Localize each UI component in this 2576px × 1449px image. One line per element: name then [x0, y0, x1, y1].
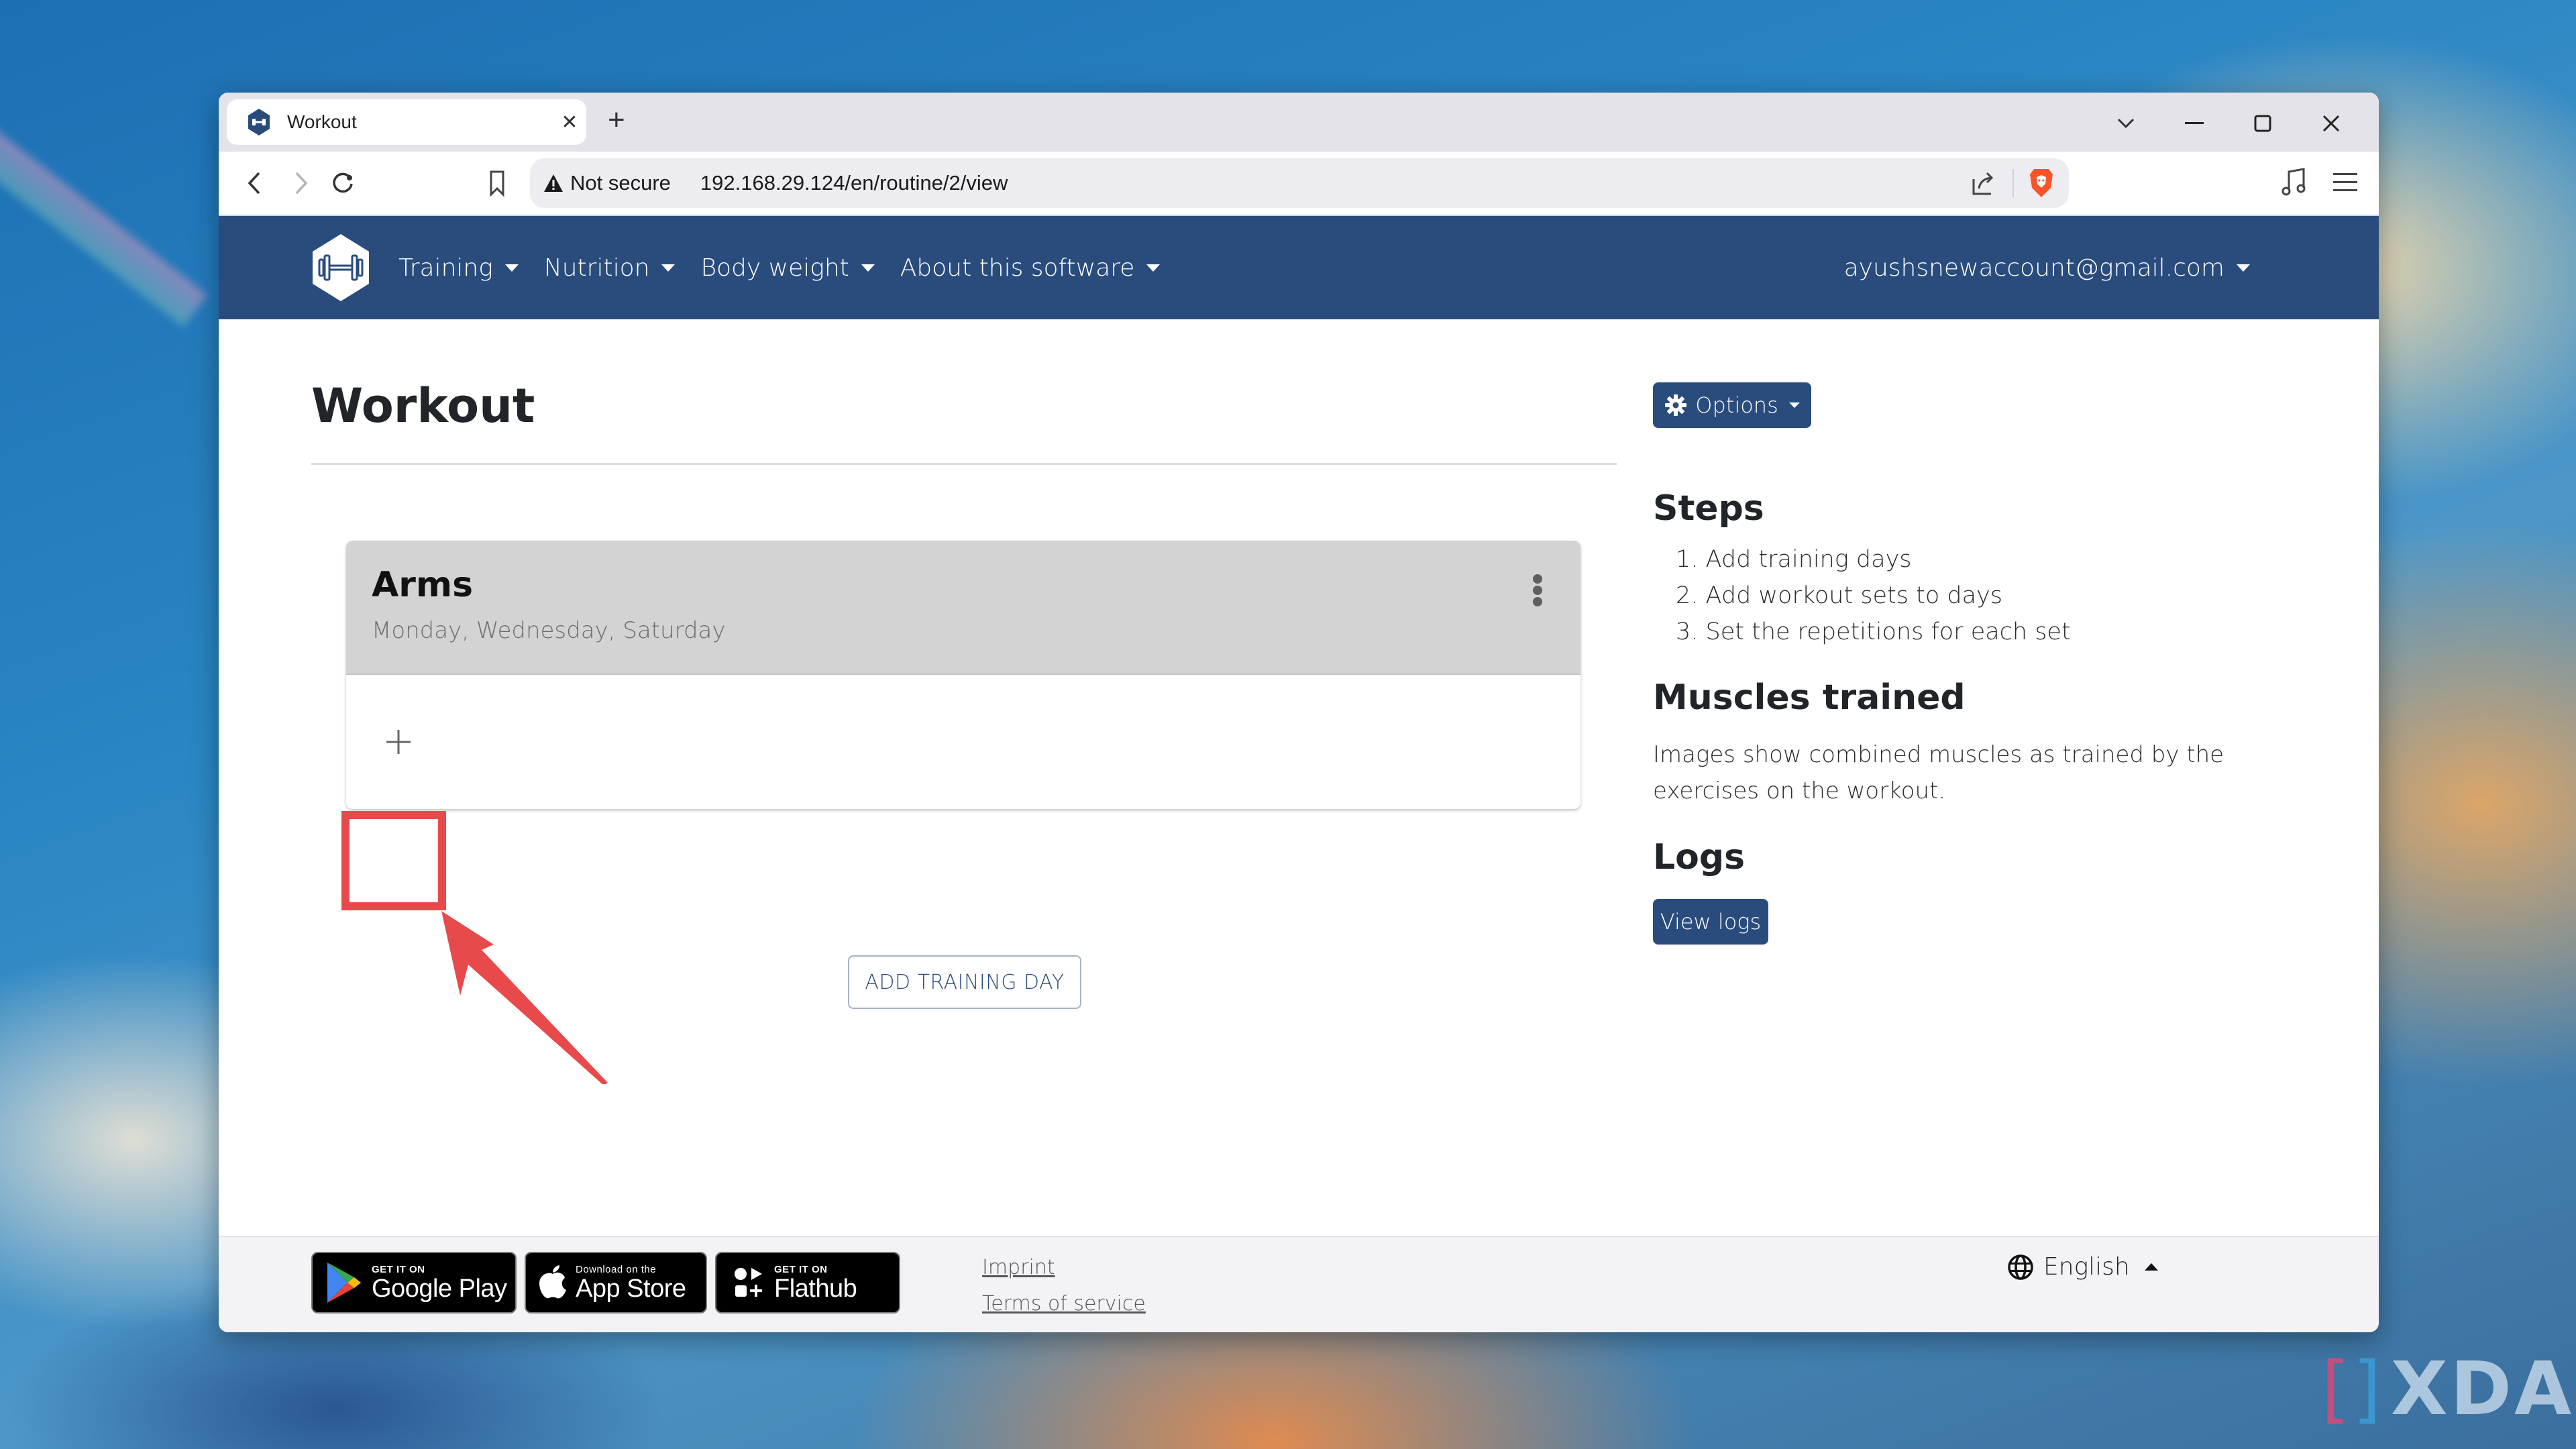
toolbar-right	[2279, 166, 2359, 199]
nav-body-weight-label: Body weight	[700, 254, 849, 282]
training-day-name: Arms	[372, 565, 474, 605]
page-title: Workout	[311, 378, 535, 433]
muscles-trained-description: Images show combined muscles as trained …	[1653, 741, 2224, 804]
globe-icon	[2008, 1254, 2033, 1280]
training-day-card: Arms Monday, Wednesday, Saturday	[346, 541, 1580, 809]
apple-icon	[539, 1265, 566, 1299]
browser-window: Workout ✕ + Not secure 192.168.29.124/en…	[219, 93, 2379, 1332]
caret-down-icon	[2237, 264, 2250, 272]
add-training-day-button[interactable]: ADD TRAINING DAY	[848, 955, 1081, 1009]
annotation-arrow-icon	[441, 911, 608, 1084]
xda-watermark: [] XDA	[2321, 1346, 2575, 1432]
watermark-text: XDA	[2390, 1346, 2575, 1432]
muscles-trained-heading: Muscles trained	[1653, 678, 1966, 718]
training-day-weekdays: Monday, Wednesday, Saturday	[372, 617, 726, 644]
nav-nutrition[interactable]: Nutrition	[544, 254, 676, 282]
wger-logo-icon[interactable]	[310, 234, 372, 301]
kebab-menu-icon[interactable]	[1531, 574, 1544, 608]
tab-close-icon[interactable]: ✕	[553, 111, 586, 134]
page-footer: GET IT ON Google Play Download on the Ap…	[219, 1236, 2379, 1332]
nav-nutrition-label: Nutrition	[543, 254, 650, 282]
nav-about-label: About this software	[900, 254, 1135, 282]
user-email: ayushsnewaccount@gmail.com	[1843, 254, 2224, 282]
caret-up-icon	[2144, 1263, 2158, 1271]
watermark-bracket-left: [	[2321, 1346, 2353, 1432]
main-menu-icon[interactable]	[2332, 166, 2359, 199]
wallpaper-rainbow	[0, 80, 208, 327]
add-set-button[interactable]	[346, 675, 451, 809]
badge-big-text: Flathub	[774, 1274, 857, 1303]
app-store-badge[interactable]: Download on the App Store	[525, 1252, 707, 1313]
gear-icon	[1665, 394, 1687, 416]
caret-down-icon	[504, 264, 519, 272]
badge-small-text: GET IT ON	[774, 1263, 828, 1275]
google-play-badge[interactable]: GET IT ON Google Play	[311, 1252, 517, 1313]
share-icon[interactable]	[1970, 170, 1996, 197]
badge-small-text: GET IT ON	[372, 1263, 425, 1275]
language-selector[interactable]: English	[2007, 1253, 2158, 1281]
view-logs-button[interactable]: View logs	[1653, 899, 1768, 945]
nav-training-label: Training	[398, 254, 493, 282]
annotation-highlight-box	[341, 811, 446, 910]
caret-down-icon	[1146, 264, 1161, 272]
plus-icon	[386, 730, 411, 754]
maximize-icon[interactable]	[2229, 110, 2297, 135]
url-divider	[2012, 169, 2014, 197]
bookmark-icon[interactable]	[483, 169, 511, 197]
tab-strip: Workout ✕ +	[219, 93, 2379, 152]
flathub-icon	[735, 1268, 762, 1297]
browser-toolbar: Not secure 192.168.29.124/en/routine/2/v…	[219, 152, 2379, 215]
window-controls	[2092, 93, 2365, 152]
user-menu[interactable]: ayushsnewaccount@gmail.com	[1844, 254, 2250, 282]
media-music-icon[interactable]	[2279, 166, 2309, 199]
forward-icon[interactable]	[286, 169, 314, 197]
steps-heading: Steps	[1653, 488, 1764, 529]
not-secure-label[interactable]: Not secure	[570, 171, 671, 195]
badge-small-text: Download on the	[576, 1263, 657, 1275]
watermark-bracket-right: ]	[2352, 1346, 2384, 1432]
flathub-badge[interactable]: GET IT ON Flathub	[715, 1252, 900, 1313]
caret-down-icon	[661, 264, 676, 272]
title-divider	[311, 463, 1617, 465]
warning-icon	[544, 174, 563, 192]
wger-favicon-icon	[248, 109, 270, 136]
tab-search-chevron-icon[interactable]	[2092, 110, 2160, 135]
tab-title: Workout	[287, 111, 357, 132]
caret-down-icon	[861, 264, 875, 272]
options-label: Options	[1695, 392, 1778, 418]
nav-about[interactable]: About this software	[900, 254, 1161, 282]
browser-tab-active[interactable]: Workout ✕	[227, 99, 586, 145]
options-dropdown-button[interactable]: Options	[1653, 382, 1811, 428]
caret-down-icon	[1788, 402, 1800, 408]
step-item: 2. Add workout sets to days	[1676, 582, 2003, 609]
nav-body-weight[interactable]: Body weight	[700, 254, 875, 282]
back-icon[interactable]	[241, 169, 270, 197]
nav-training[interactable]: Training	[398, 254, 519, 282]
brave-shields-icon[interactable]	[2029, 168, 2054, 199]
imprint-link[interactable]: Imprint	[982, 1256, 1055, 1279]
minimize-icon[interactable]	[2160, 110, 2229, 135]
app-navbar: Training Nutrition Body weight About thi…	[219, 215, 2379, 319]
badge-big-text: App Store	[576, 1274, 686, 1303]
step-item: 3. Set the repetitions for each set	[1676, 619, 2071, 645]
address-bar[interactable]: Not secure 192.168.29.124/en/routine/2/v…	[530, 158, 2069, 208]
url-text[interactable]: 192.168.29.124/en/routine/2/view	[700, 171, 1970, 195]
logs-heading: Logs	[1653, 837, 1746, 877]
reload-icon[interactable]	[329, 169, 357, 197]
page-content: Workout Arms Monday, Wednesday, Saturday…	[219, 319, 2379, 1233]
new-tab-button[interactable]: +	[608, 103, 625, 137]
close-window-icon[interactable]	[2297, 110, 2365, 135]
google-play-icon	[327, 1263, 361, 1303]
steps-list: 1. Add training days 2. Add workout sets…	[1653, 546, 2071, 655]
training-day-header: Arms Monday, Wednesday, Saturday	[346, 541, 1580, 675]
language-label: English	[2043, 1253, 2130, 1281]
step-item: 1. Add training days	[1676, 546, 1912, 573]
badge-big-text: Google Play	[372, 1274, 507, 1303]
terms-of-service-link[interactable]: Terms of service	[982, 1292, 1146, 1316]
